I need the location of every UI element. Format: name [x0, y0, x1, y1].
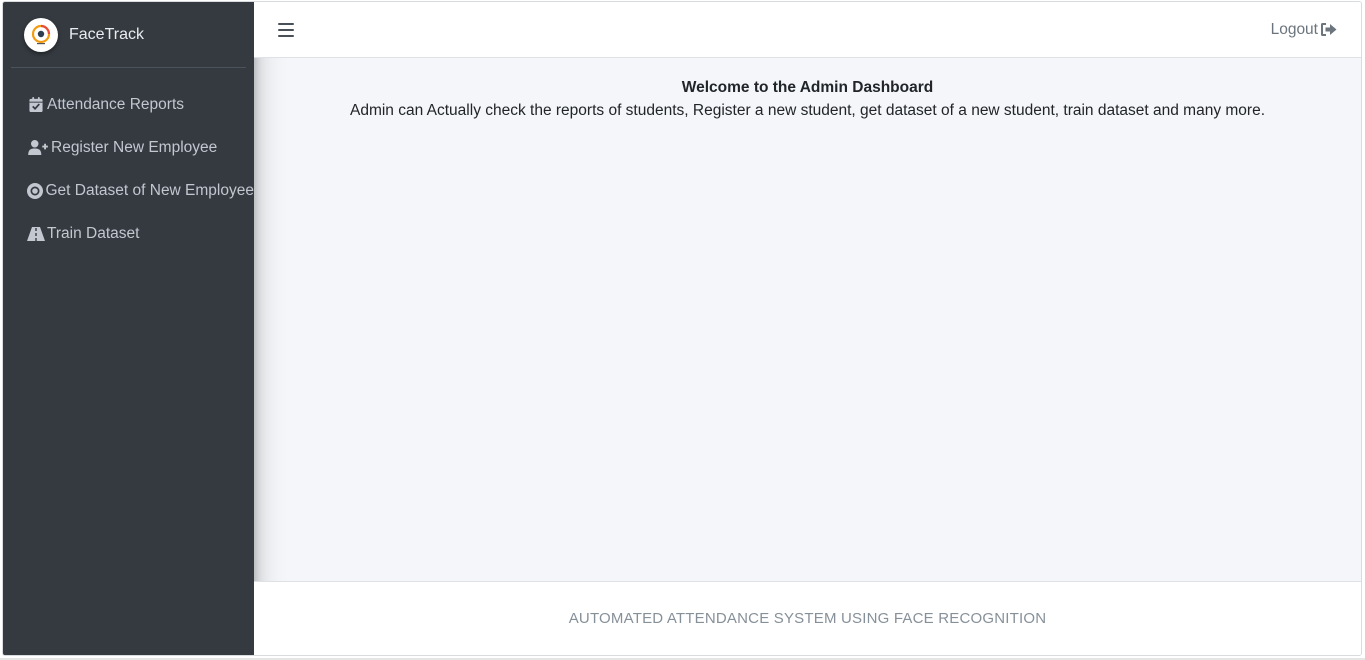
sidebar-item-train-dataset[interactable]: Train Dataset	[3, 212, 254, 255]
page-footer: AUTOMATED ATTENDANCE SYSTEM USING FACE R…	[254, 581, 1361, 655]
footer-text: AUTOMATED ATTENDANCE SYSTEM USING FACE R…	[568, 610, 1047, 627]
user-plus-icon	[27, 140, 49, 156]
sidebar: FaceTrack Attendance Reports Register Ne…	[3, 2, 254, 655]
calendar-check-icon	[27, 97, 45, 113]
hamburger-menu-icon[interactable]	[278, 22, 294, 37]
page-title: Welcome to the Admin Dashboard	[681, 79, 934, 96]
sidebar-nav: Attendance Reports Register New Employee…	[3, 83, 254, 255]
app-window: FaceTrack Attendance Reports Register Ne…	[2, 1, 1362, 656]
sidebar-item-register-new-employee[interactable]: Register New Employee	[3, 126, 254, 169]
brand-name: FaceTrack	[69, 25, 144, 43]
facetrack-logo-icon	[24, 17, 58, 52]
logout-label: Logout	[1270, 20, 1318, 38]
top-navbar: Logout	[254, 2, 1361, 58]
sidebar-item-label: Train Dataset	[47, 224, 140, 242]
sidebar-item-label: Attendance Reports	[47, 95, 185, 113]
main-area: Logout Welcome to the Admin Dashboard Ad…	[254, 2, 1361, 655]
sidebar-item-label: Get Dataset of New Employee	[45, 181, 255, 199]
brand-link[interactable]: FaceTrack	[11, 2, 246, 68]
page-description: Admin can Actually check the reports of …	[349, 102, 1265, 119]
dot-circle-icon	[27, 182, 44, 199]
dashboard-content: Welcome to the Admin Dashboard Admin can…	[254, 58, 1361, 123]
sidebar-item-label: Register New Employee	[51, 138, 218, 156]
sign-out-icon	[1321, 23, 1337, 36]
road-icon	[27, 226, 45, 242]
sidebar-item-get-dataset[interactable]: Get Dataset of New Employee	[3, 169, 254, 212]
sidebar-item-attendance-reports[interactable]: Attendance Reports	[3, 83, 254, 126]
logout-link[interactable]: Logout	[1271, 21, 1337, 39]
